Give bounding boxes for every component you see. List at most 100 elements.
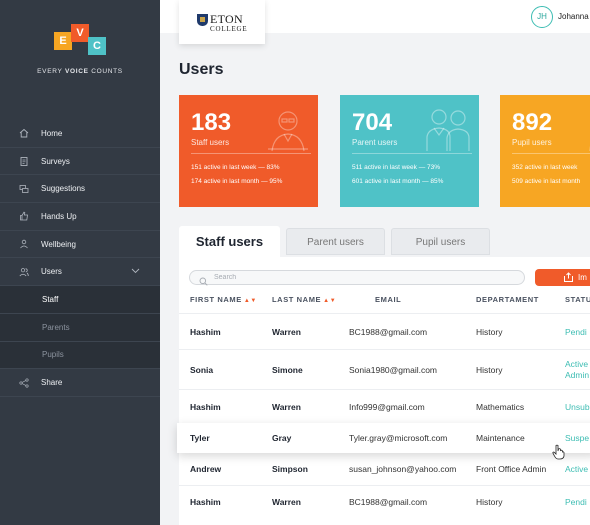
stat-month: 174 active in last month — 95% bbox=[191, 178, 283, 185]
home-icon bbox=[19, 128, 29, 138]
stat-count: 183 bbox=[191, 109, 232, 136]
first-name-cell: Hashim bbox=[190, 327, 221, 337]
first-name-cell: Tyler bbox=[190, 433, 210, 443]
clipboard-icon bbox=[19, 156, 29, 166]
divider bbox=[512, 153, 590, 154]
sidebar-item-surveys[interactable]: Surveys bbox=[0, 148, 160, 176]
table-row[interactable]: Hashim Warren Info999@gmail.com Mathemat… bbox=[179, 389, 590, 423]
department-cell: Front Office Admin bbox=[476, 464, 547, 474]
first-name-cell: Andrew bbox=[190, 464, 222, 474]
sidebar-item-label: Share bbox=[41, 378, 63, 388]
sidebar-item-wellbeing[interactable]: Wellbeing bbox=[0, 231, 160, 259]
stat-label: Pupil users bbox=[512, 138, 552, 147]
stat-week: 151 active in last week — 83% bbox=[191, 164, 280, 171]
avatar[interactable]: JH bbox=[531, 6, 553, 28]
column-header-last-name[interactable]: LAST NAME ▲▼ bbox=[272, 295, 336, 304]
tab-parent-users[interactable]: Parent users bbox=[286, 228, 385, 255]
logo-letter-v: V bbox=[71, 24, 89, 42]
users-icon bbox=[19, 267, 29, 277]
sidebar: E V C EVERY VOICE COUNTS Home Surveys Su… bbox=[0, 0, 160, 525]
school-brand[interactable]: ETON COLLEGE bbox=[179, 0, 265, 44]
email-cell: BC1988@gmail.com bbox=[349, 497, 428, 507]
stat-week: 511 active in last week — 73% bbox=[352, 164, 441, 171]
page-title: Users bbox=[179, 61, 224, 78]
email-cell: Sonia1980@gmail.com bbox=[349, 365, 438, 375]
hand-pointer-icon bbox=[552, 444, 565, 465]
last-name-cell: Gray bbox=[272, 433, 292, 443]
department-cell: History bbox=[476, 497, 503, 507]
status-cell[interactable]: Active bbox=[565, 359, 588, 369]
table-row-highlighted[interactable]: Tyler Gray Tyler.gray@microsoft.com Main… bbox=[177, 423, 590, 453]
email-cell: susan_johnson@yahoo.com bbox=[349, 464, 457, 474]
import-label: Im bbox=[578, 273, 587, 282]
column-header-first-name[interactable]: FIRST NAME ▲▼ bbox=[190, 295, 257, 304]
crest-icon bbox=[197, 14, 208, 26]
tab-pupil-users[interactable]: Pupil users bbox=[391, 228, 490, 255]
department-cell: Mathematics bbox=[476, 402, 525, 412]
sort-arrows-icon: ▲▼ bbox=[243, 298, 257, 304]
email-cell: BC1988@gmail.com bbox=[349, 327, 428, 337]
sidebar-subitem-staff[interactable]: Staff bbox=[0, 286, 160, 314]
table-row[interactable]: Andrew Simpson susan_johnson@yahoo.com F… bbox=[179, 453, 590, 485]
stat-count: 704 bbox=[352, 109, 393, 136]
table-row[interactable]: Hashim Warren BC1988@gmail.com History P… bbox=[179, 485, 590, 518]
share-icon bbox=[19, 377, 29, 388]
sidebar-item-hands-up[interactable]: Hands Up bbox=[0, 203, 160, 231]
status-cell[interactable]: Suspe bbox=[565, 433, 589, 443]
stat-card-pupil[interactable]: 892 Pupil users 352 active in last week … bbox=[500, 95, 590, 207]
stat-card-staff[interactable]: 183 Staff users 151 active in last week … bbox=[179, 95, 318, 207]
column-header-department[interactable]: DEPARTAMENT bbox=[476, 295, 539, 304]
sidebar-nav: Home Surveys Suggestions Hands Up Wellbe… bbox=[0, 120, 160, 397]
department-cell: History bbox=[476, 327, 503, 337]
status-cell[interactable]: Pendi bbox=[565, 327, 587, 337]
last-name-cell: Warren bbox=[272, 327, 301, 337]
stat-label: Parent users bbox=[352, 138, 398, 147]
email-cell: Info999@gmail.com bbox=[349, 402, 425, 412]
last-name-cell: Warren bbox=[272, 402, 301, 412]
status-cell[interactable]: Pendi bbox=[565, 497, 587, 507]
import-icon bbox=[563, 272, 574, 285]
import-button[interactable]: Im bbox=[535, 269, 590, 286]
sidebar-subitem-parents[interactable]: Parents bbox=[0, 313, 160, 342]
sidebar-subitem-pupils[interactable]: Pupils bbox=[0, 341, 160, 370]
status-cell[interactable]: Unsub bbox=[565, 402, 590, 412]
chat-bubbles-icon bbox=[19, 184, 29, 194]
thumbs-up-icon bbox=[19, 211, 29, 221]
search-input[interactable] bbox=[214, 272, 514, 283]
column-header-status[interactable]: STATU bbox=[565, 295, 590, 304]
department-cell: Maintenance bbox=[476, 433, 525, 443]
logo-letter-c: C bbox=[88, 37, 106, 55]
sidebar-item-label: Suggestions bbox=[41, 184, 86, 194]
sidebar-item-share[interactable]: Share bbox=[0, 369, 160, 397]
person-heart-icon bbox=[19, 239, 29, 249]
stat-month: 509 active in last month bbox=[512, 178, 581, 185]
sidebar-item-home[interactable]: Home bbox=[0, 120, 160, 148]
logo-letter-e: E bbox=[54, 32, 72, 50]
email-cell: Tyler.gray@microsoft.com bbox=[349, 433, 448, 443]
tab-staff-users[interactable]: Staff users bbox=[179, 226, 280, 257]
sidebar-item-label: Home bbox=[41, 128, 63, 138]
user-name[interactable]: Johanna bbox=[558, 12, 589, 21]
logo-tagline: EVERY VOICE COUNTS bbox=[37, 68, 123, 75]
sidebar-item-label: Wellbeing bbox=[41, 239, 76, 249]
chevron-down-icon[interactable] bbox=[131, 267, 140, 276]
stat-label: Staff users bbox=[191, 138, 230, 147]
sidebar-item-users[interactable]: Users bbox=[0, 258, 160, 287]
table-row[interactable]: Sonia Simone Sonia1980@gmail.com History… bbox=[179, 349, 590, 389]
sort-arrows-icon: ▲▼ bbox=[323, 298, 337, 304]
table-row[interactable]: Hashim Warren BC1988@gmail.com History P… bbox=[179, 313, 590, 349]
sidebar-item-suggestions[interactable]: Suggestions bbox=[0, 175, 160, 204]
search-bar[interactable] bbox=[189, 270, 525, 286]
brand-subtitle: COLLEGE bbox=[210, 25, 248, 33]
status-cell[interactable]: Active bbox=[565, 464, 588, 474]
department-cell: History bbox=[476, 365, 503, 375]
teacher-illustration-icon bbox=[264, 105, 312, 158]
stat-card-parent[interactable]: 704 Parent users 511 active in last week… bbox=[340, 95, 479, 207]
last-name-cell: Simone bbox=[272, 365, 303, 375]
stat-week: 352 active in last week bbox=[512, 164, 578, 171]
role-cell: Admin bbox=[565, 370, 590, 380]
first-name-cell: Hashim bbox=[190, 402, 221, 412]
column-header-email[interactable]: EMAIL bbox=[375, 295, 401, 304]
last-name-cell: Warren bbox=[272, 497, 301, 507]
evc-logo[interactable]: E V C bbox=[52, 24, 108, 62]
